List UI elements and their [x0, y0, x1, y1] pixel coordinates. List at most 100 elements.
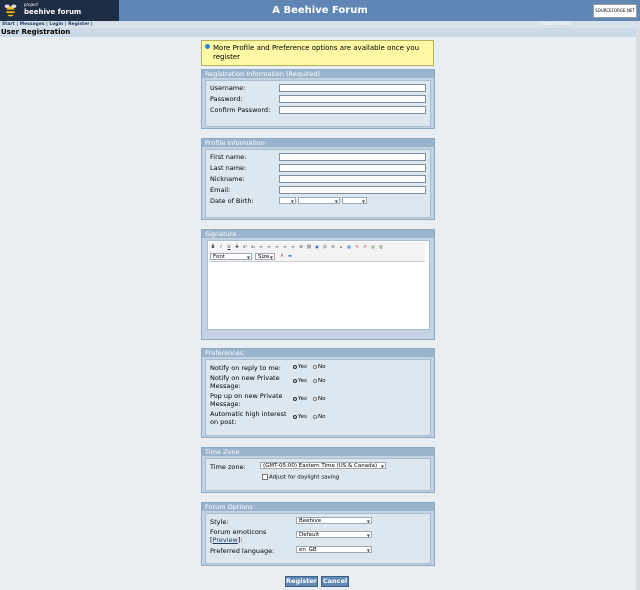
- nav-separator: |: [64, 22, 67, 27]
- forum-options-panel: Forum Options Style: Beehive ▼ Forum emot…: [201, 502, 435, 566]
- password-input[interactable]: [279, 95, 426, 103]
- confirm-password-input[interactable]: [279, 106, 426, 114]
- dob-label: Date of Birth:: [210, 197, 254, 205]
- nav-register-link[interactable]: Register: [68, 22, 89, 27]
- style-select[interactable]: Beehive ▼: [296, 517, 372, 524]
- chevron-down-icon: ▼: [366, 519, 370, 524]
- dst-checkbox[interactable]: Adjust for daylight saving: [262, 474, 339, 481]
- spellcheck-button[interactable]: ▤: [370, 244, 376, 250]
- info-notice: More Profile and Preference options are …: [201, 40, 434, 66]
- align-center-button[interactable]: ≡: [266, 244, 272, 250]
- indent-button[interactable]: ≡: [282, 244, 288, 250]
- signature-editor: B I U S x² x₂ ≡ ≡ ≡ ≡ ≡ ☰ ⛓ ▣ ☺ ✉ ⌂ ▦ ✎ …: [207, 240, 430, 330]
- logo-small-text: project: [24, 2, 38, 7]
- size-select-value: Size: [258, 254, 270, 260]
- preview-link[interactable]: Preview: [213, 536, 238, 544]
- chevron-down-icon: ▼: [290, 199, 294, 204]
- email-input[interactable]: [279, 186, 426, 194]
- emoticon-button[interactable]: ☺: [322, 244, 328, 250]
- pref-yes-radio[interactable]: Yes: [293, 378, 307, 384]
- pen-button[interactable]: ✐: [362, 244, 368, 250]
- sourceforge-badge[interactable]: SOURCEFORGE.NET: [593, 4, 637, 18]
- vertical-scrollbar[interactable]: [636, 28, 640, 590]
- emoticons-label: Forum emoticons [Preview]:: [210, 528, 267, 544]
- source-button[interactable]: ▥: [378, 244, 384, 250]
- dob-year-select[interactable]: ▼: [342, 197, 367, 204]
- pref-no-radio[interactable]: No: [313, 396, 325, 402]
- signature-textarea[interactable]: [209, 262, 425, 326]
- nickname-label: Nickname:: [210, 175, 245, 183]
- nav-separator: |: [91, 22, 93, 27]
- strike-button[interactable]: S: [234, 244, 240, 250]
- pref-yes-radio[interactable]: Yes: [293, 396, 307, 402]
- page-title: User Registration: [0, 28, 637, 37]
- italic-button[interactable]: I: [218, 244, 224, 250]
- pref-yes-radio[interactable]: Yes: [293, 364, 307, 370]
- nav-start-link[interactable]: Start: [2, 22, 15, 27]
- home-button[interactable]: ⌂: [338, 244, 344, 250]
- register-button[interactable]: Register: [285, 576, 318, 587]
- forum-options-inner: Style: Beehive ▼ Forum emoticons [Preview]…: [205, 513, 431, 564]
- pref-label: Notify on new Private Message:: [210, 374, 280, 390]
- nickname-input[interactable]: [279, 175, 426, 183]
- registration-panel: Registration Information (Required) User…: [201, 69, 435, 129]
- superscript-button[interactable]: x²: [242, 244, 248, 250]
- registration-panel-title: Registration Information (Required): [202, 70, 434, 78]
- email-button[interactable]: ✉: [330, 244, 336, 250]
- emoticons-select-value: Default: [299, 532, 320, 538]
- nav-login-link[interactable]: Login: [49, 22, 63, 27]
- profile-panel-title: Profile Information: [202, 139, 434, 147]
- edit-button[interactable]: ✎: [354, 244, 360, 250]
- image-button[interactable]: ▣: [314, 244, 320, 250]
- highlight-icon[interactable]: ▬: [287, 253, 293, 259]
- timezone-panel: Time Zone Time zone: (GMT-05:00) Eastern…: [201, 447, 435, 493]
- chevron-down-icon: ▼: [366, 548, 370, 553]
- bee-icon: [4, 4, 17, 17]
- cancel-button[interactable]: Cancel: [321, 576, 349, 587]
- password-label: Password:: [210, 95, 243, 103]
- site-title: A Beehive Forum: [272, 5, 368, 16]
- first-name-input[interactable]: [279, 153, 426, 161]
- signature-panel-title: Signature: [202, 230, 434, 238]
- table-button[interactable]: ▦: [346, 244, 352, 250]
- subscript-button[interactable]: x₂: [250, 244, 256, 250]
- pref-no-radio[interactable]: No: [313, 364, 325, 370]
- pref-no-radio[interactable]: No: [313, 378, 325, 384]
- underline-button[interactable]: U: [226, 244, 232, 250]
- align-left-button[interactable]: ≡: [258, 244, 264, 250]
- chevron-down-icon: ▼: [246, 255, 250, 260]
- logo[interactable]: project beehive forum: [0, 0, 119, 21]
- pref-no-radio[interactable]: No: [313, 414, 325, 420]
- profile-panel: Profile Information First name: Last nam…: [201, 138, 435, 220]
- username-input[interactable]: [279, 84, 426, 92]
- emoticons-select[interactable]: Default ▼: [296, 531, 372, 538]
- timezone-panel-title: Time Zone: [202, 448, 434, 456]
- chevron-down-icon: ▼: [269, 255, 273, 260]
- font-select-value: Font: [213, 254, 225, 260]
- size-select[interactable]: Size ▼: [255, 253, 275, 260]
- outdent-button[interactable]: ≡: [290, 244, 296, 250]
- timezone-select[interactable]: (GMT-05:00) Eastern Time (US & Canada) ▼: [260, 462, 386, 469]
- pref-label: Pop up on new Private Message:: [210, 392, 283, 408]
- preferences-panel-title: Preferences: [202, 349, 434, 357]
- align-right-button[interactable]: ≡: [274, 244, 280, 250]
- style-label: Style:: [210, 518, 229, 526]
- style-select-value: Beehive: [299, 518, 322, 524]
- language-select[interactable]: en_GB ▼: [296, 546, 372, 553]
- font-select[interactable]: Font ▼: [210, 253, 252, 260]
- bold-button[interactable]: B: [210, 244, 216, 250]
- link-button[interactable]: ⛓: [306, 244, 312, 250]
- forum-links-label[interactable]: Forum Links:: [540, 21, 572, 27]
- pref-yes-radio[interactable]: Yes: [293, 414, 307, 420]
- dob-month-select[interactable]: ▼: [298, 197, 340, 204]
- timezone-label: Time zone:: [210, 463, 246, 471]
- list-button[interactable]: ☰: [298, 244, 304, 250]
- nav-messages-link[interactable]: Messages: [20, 22, 45, 27]
- last-name-label: Last name:: [210, 164, 247, 172]
- last-name-input[interactable]: [279, 164, 426, 172]
- preferences-panel: Preferences Notify on reply to me: Yes N…: [201, 348, 435, 438]
- dob-day-select[interactable]: ▼: [279, 197, 296, 204]
- language-select-value: en_GB: [299, 547, 317, 553]
- color-icon[interactable]: A: [279, 253, 285, 259]
- confirm-password-label: Confirm Password:: [210, 106, 271, 114]
